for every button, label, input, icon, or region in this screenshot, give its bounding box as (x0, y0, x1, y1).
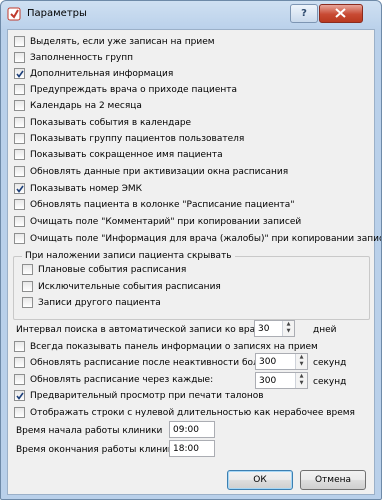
close-button[interactable] (319, 4, 363, 23)
arrow-up-icon[interactable]: ▲ (296, 373, 307, 380)
print-preview-label: Предварительный просмотр при печати тало… (30, 391, 264, 401)
arrow-up-icon[interactable]: ▲ (296, 354, 307, 361)
option-label: Дополнительная информация (30, 69, 174, 79)
option-label: Обновлять данные при активизации окна ра… (30, 167, 289, 177)
zero-length-label: Отображать строки с нулевой длительность… (30, 408, 355, 418)
option-checkbox[interactable] (14, 117, 25, 128)
refresh-every-spinner[interactable]: 300 ▲ ▼ (255, 372, 308, 389)
option-checkbox[interactable] (14, 166, 25, 177)
search-interval-label: Интервал поиска в автоматической записи … (16, 325, 269, 335)
cancel-button[interactable]: Отмена (300, 470, 366, 490)
clinic-end-value: 18:00 (173, 444, 199, 454)
option-checkbox[interactable] (14, 199, 25, 210)
option-label: Календарь на 2 месяца (30, 101, 142, 111)
option-checkbox[interactable] (22, 281, 33, 292)
option-label: Записи другого пациента (38, 298, 161, 308)
help-button[interactable]: ? (290, 4, 318, 23)
app-icon (7, 7, 21, 21)
checkmark-icon (16, 392, 24, 400)
clinic-start-label: Время начала работы клиники (16, 426, 163, 436)
spinner-arrows[interactable]: ▲ ▼ (295, 354, 307, 369)
refresh-every-unit: секунд (313, 377, 347, 387)
search-interval-value: 30 (258, 324, 270, 334)
refresh-inactive-unit: секунд (313, 358, 347, 368)
search-interval-spinner[interactable]: 30 ▲ ▼ (254, 320, 295, 337)
refresh-every-value: 300 (259, 376, 277, 386)
option-label: Плановые события расписания (38, 265, 187, 275)
checkmark-icon (16, 185, 24, 193)
option-label: Показывать события в календаре (30, 118, 192, 128)
option-checkbox[interactable] (14, 183, 25, 194)
option-label: Выделять, если уже записан на прием (30, 37, 215, 47)
refresh-every-label: Обновлять расписание через каждые: (30, 375, 214, 385)
window-title: Параметры (27, 8, 87, 19)
arrow-down-icon[interactable]: ▼ (296, 361, 307, 368)
print-preview-checkbox[interactable] (14, 390, 25, 401)
option-checkbox[interactable] (14, 233, 25, 244)
option-checkbox[interactable] (14, 149, 25, 160)
arrow-down-icon[interactable]: ▼ (296, 380, 307, 387)
zero-length-checkbox[interactable] (14, 407, 25, 418)
refresh-inactive-checkbox[interactable] (14, 357, 25, 368)
arrow-down-icon[interactable]: ▼ (283, 328, 294, 335)
arrow-up-icon[interactable]: ▲ (283, 321, 294, 328)
close-icon (335, 8, 346, 18)
option-checkbox[interactable] (14, 133, 25, 144)
overlap-group-title: При наложении записи пациента скрывать (22, 250, 235, 262)
spinner-arrows[interactable]: ▲ ▼ (282, 321, 294, 336)
option-checkbox[interactable] (14, 100, 25, 111)
option-checkbox[interactable] (14, 68, 25, 79)
options-dialog: Параметры ? Выделять, если уже записан н… (0, 0, 382, 500)
option-checkbox[interactable] (14, 52, 25, 63)
spinner-arrows[interactable]: ▲ ▼ (295, 373, 307, 388)
option-label: Обновлять пациента в колонке "Расписание… (30, 200, 295, 210)
option-label: Исключительные события расписания (38, 282, 221, 292)
option-checkbox[interactable] (22, 297, 33, 308)
option-label: Показывать сокращенное имя пациента (30, 150, 223, 160)
option-label: Очищать поле "Информация для врача (жало… (30, 234, 382, 244)
option-label: Заполненность групп (30, 53, 134, 63)
clinic-end-input[interactable]: 18:00 (169, 440, 215, 457)
info-panel-checkbox[interactable] (14, 341, 25, 352)
option-label: Предупреждать врача о приходе пациента (30, 85, 237, 95)
option-checkbox[interactable] (22, 264, 33, 275)
refresh-every-checkbox[interactable] (14, 374, 25, 385)
option-checkbox[interactable] (14, 36, 25, 47)
help-label: ? (301, 8, 307, 19)
option-label: Показывать группу пациентов пользователя (30, 134, 245, 144)
clinic-end-label: Время окончания работы клиники (16, 445, 180, 455)
clinic-start-value: 09:00 (173, 425, 199, 435)
option-checkbox[interactable] (14, 84, 25, 95)
clinic-start-input[interactable]: 09:00 (169, 421, 215, 438)
refresh-inactive-value: 300 (259, 357, 277, 367)
option-label: Очищать поле "Комментарий" при копирован… (30, 217, 302, 227)
option-checkbox[interactable] (14, 216, 25, 227)
refresh-inactive-label: Обновлять расписание после неактивности … (30, 358, 273, 368)
search-interval-unit: дней (313, 325, 337, 335)
info-panel-label: Всегда показывать панель информации о за… (30, 342, 318, 352)
title-bar[interactable]: Параметры ? (1, 1, 381, 27)
dialog-body: Выделять, если уже записан на прием Запол… (7, 29, 381, 495)
ok-button[interactable]: ОК (227, 470, 293, 490)
refresh-inactive-spinner[interactable]: 300 ▲ ▼ (255, 353, 308, 370)
option-label: Показывать номер ЭМК (30, 184, 143, 194)
checkmark-icon (16, 70, 24, 78)
